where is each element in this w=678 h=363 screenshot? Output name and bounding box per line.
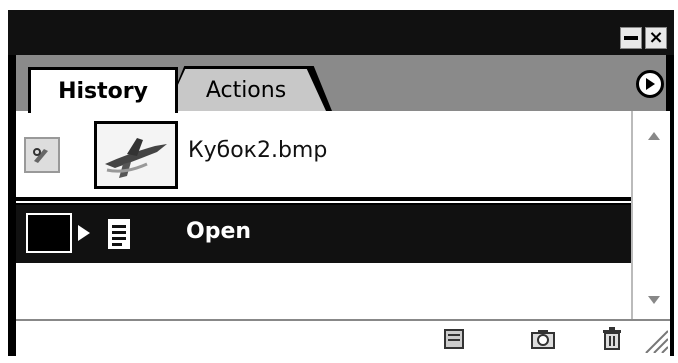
resize-grip-icon[interactable] <box>642 327 668 353</box>
snapshot-thumbnail[interactable] <box>94 121 178 189</box>
panel-menu-button[interactable] <box>636 70 664 98</box>
tab-actions-label: Actions <box>205 77 287 103</box>
tab-history-label: History <box>58 79 148 104</box>
scroll-down-button[interactable] <box>643 289 665 311</box>
trash-icon <box>603 327 621 350</box>
document-icon <box>108 219 130 249</box>
history-state-label: Open <box>186 219 252 244</box>
airplane-thumbnail <box>105 138 167 178</box>
vertical-scrollbar[interactable] <box>631 111 670 319</box>
history-brush-icon[interactable] <box>24 137 60 173</box>
minimize-icon <box>624 36 638 40</box>
arrow-up-icon <box>648 132 660 140</box>
history-panel: × Actions History Кубок2.bmp Open <box>8 10 674 356</box>
state-checkbox[interactable] <box>26 213 72 253</box>
arrow-down-icon <box>648 296 660 304</box>
divider <box>16 197 631 201</box>
history-list: Кубок2.bmp Open <box>16 111 631 319</box>
panel-title-bar[interactable]: × <box>8 10 674 55</box>
tab-actions[interactable]: Actions <box>166 69 326 111</box>
play-arrow-icon <box>646 78 655 90</box>
tab-history[interactable]: History <box>28 67 178 113</box>
create-new-document-button[interactable] <box>440 327 468 351</box>
camera-icon <box>531 330 555 349</box>
snapshot-row[interactable]: Кубок2.bmp <box>16 111 631 193</box>
bottom-toolbar <box>16 319 670 356</box>
minimize-button[interactable] <box>620 27 642 49</box>
close-icon: × <box>648 27 664 48</box>
tab-strip: Actions History <box>16 55 666 113</box>
scroll-up-button[interactable] <box>643 125 665 147</box>
snapshot-name: Кубок2.bmp <box>188 138 328 163</box>
delete-state-button[interactable] <box>598 327 626 351</box>
close-button[interactable]: × <box>645 27 667 49</box>
create-new-snapshot-button[interactable] <box>529 327 557 351</box>
history-state-row[interactable]: Open <box>16 205 631 263</box>
current-state-pointer-icon <box>78 225 90 241</box>
new-document-icon <box>444 329 464 349</box>
